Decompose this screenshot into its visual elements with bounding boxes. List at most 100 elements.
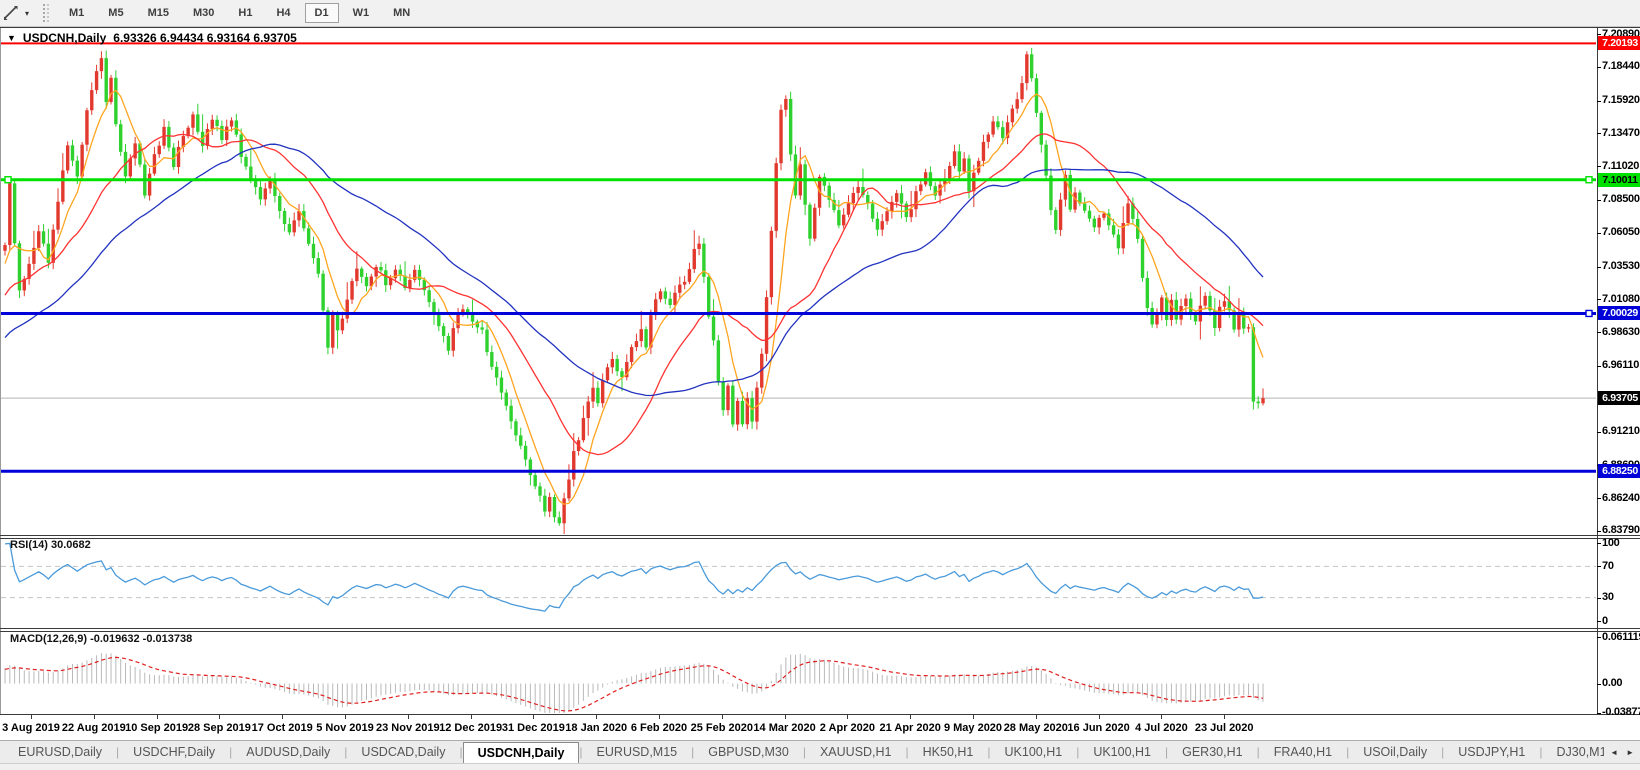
- tab-scroll-left-icon[interactable]: ◄: [1606, 745, 1622, 760]
- date-axis-tick: [282, 715, 283, 719]
- date-axis-tick: [596, 715, 597, 719]
- macd-tick-label: -0.038777: [1602, 706, 1640, 718]
- trading-platform-window: ▾ M1M5M15M30H1H4D1W1MN ▼ USDCNH,Daily 6.…: [0, 0, 1640, 770]
- level-lines-layer: [1, 43, 1596, 471]
- date-axis-label: 23 Jul 2020: [1195, 722, 1254, 734]
- macd-tick-mark: [1597, 684, 1601, 685]
- date-axis-tick: [1099, 715, 1100, 719]
- pane-separator[interactable]: [0, 538, 1640, 539]
- price-tick-label: 7.15920: [1602, 94, 1640, 106]
- moving-average-fast: [5, 91, 1263, 505]
- price-tick-mark: [1597, 166, 1601, 167]
- date-axis-label: 28 May 2020: [1004, 722, 1068, 734]
- chart-tab-usdcad-daily[interactable]: USDCAD,Daily: [347, 741, 459, 763]
- price-tick-mark: [1597, 133, 1601, 134]
- chart-canvas[interactable]: [0, 0, 1640, 770]
- price-tick-mark: [1597, 101, 1601, 102]
- chart-tab-usoil-daily[interactable]: USOil,Daily: [1349, 741, 1441, 763]
- price-tick-label: 7.06050: [1602, 226, 1640, 238]
- date-axis-tick: [219, 715, 220, 719]
- date-axis-tick: [973, 715, 974, 719]
- chart-menu-icon[interactable]: ▼: [7, 33, 16, 43]
- tab-scroll-right-icon[interactable]: ►: [1622, 745, 1638, 760]
- date-axis-tick: [157, 715, 158, 719]
- date-axis-tick: [1224, 715, 1225, 719]
- macd-tick-mark: [1597, 713, 1601, 714]
- moving-average-slow: [5, 144, 1263, 395]
- price-tick-label: 6.98630: [1602, 326, 1640, 338]
- date-axis-tick: [847, 715, 848, 719]
- chart-window-bottom-border: [0, 714, 1640, 715]
- price-tick-mark: [1597, 299, 1601, 300]
- date-axis-tick: [1036, 715, 1037, 719]
- date-axis-tick: [345, 715, 346, 719]
- price-tick-mark: [1597, 233, 1601, 234]
- date-axis-label: 23 Nov 2019: [376, 722, 440, 734]
- date-axis-label: 10 Sep 2019: [125, 722, 188, 734]
- chart-tab-gbpusd-m30[interactable]: GBPUSD,M30: [694, 741, 803, 763]
- price-level-badge: 7.10011: [1598, 173, 1640, 187]
- date-axis-label: 22 Aug 2019: [62, 722, 126, 734]
- date-axis-label: 14 Mar 2020: [753, 722, 815, 734]
- price-level-badge: 6.88250: [1598, 464, 1640, 478]
- date-axis-label: 4 Jul 2020: [1135, 722, 1188, 734]
- date-axis-tick: [94, 715, 95, 719]
- date-axis-tick: [533, 715, 534, 719]
- date-axis-label: 28 Sep 2019: [188, 722, 251, 734]
- rsi-pane: [1, 544, 1596, 612]
- date-axis-label: 5 Nov 2019: [316, 722, 373, 734]
- date-axis-label: 21 Apr 2020: [880, 722, 941, 734]
- rsi-tick-label: 0: [1602, 615, 1608, 627]
- price-level-badge: 7.20193: [1598, 36, 1640, 50]
- chart-tab-audusd-daily[interactable]: AUDUSD,Daily: [232, 741, 344, 763]
- status-bar: [0, 763, 1640, 770]
- price-tick-label: 7.03530: [1602, 260, 1640, 272]
- chart-tab-hk50-h1[interactable]: HK50,H1: [909, 741, 988, 763]
- chart-title-ohlc: 6.93326 6.94434 6.93164 6.93705: [113, 31, 297, 45]
- price-tick-mark: [1597, 332, 1601, 333]
- date-axis-tick: [1161, 715, 1162, 719]
- date-axis-tick: [722, 715, 723, 719]
- chart-tab-usdjpy-h1[interactable]: USDJPY,H1: [1444, 741, 1539, 763]
- price-tick-mark: [1597, 267, 1601, 268]
- tab-scroll-buttons: ◄ ►: [1604, 741, 1640, 763]
- macd-tick-mark: [1597, 637, 1601, 638]
- rsi-tick-label: 30: [1602, 591, 1614, 603]
- chart-tab-ger30-h1[interactable]: GER30,H1: [1168, 741, 1256, 763]
- macd-tick-label: 0.061119: [1602, 631, 1640, 643]
- chart-tab-usdcnh-daily[interactable]: USDCNH,Daily: [463, 742, 580, 763]
- chart-tab-xauusd-h1[interactable]: XAUUSD,H1: [806, 741, 906, 763]
- chart-tab-uk100-h1[interactable]: UK100,H1: [1079, 741, 1165, 763]
- chart-title: ▼ USDCNH,Daily 6.93326 6.94434 6.93164 6…: [7, 31, 297, 45]
- macd-pane: [5, 653, 1263, 714]
- price-tick-label: 6.91210: [1602, 425, 1640, 437]
- date-axis-tick: [471, 715, 472, 719]
- pane-separator[interactable]: [0, 535, 1640, 536]
- pane-separator[interactable]: [0, 631, 1640, 632]
- rsi-tick-mark: [1597, 566, 1601, 567]
- rsi-tick-mark: [1597, 621, 1601, 622]
- chart-tab-usdchf-daily[interactable]: USDCHF,Daily: [119, 741, 229, 763]
- date-axis-label: 6 Feb 2020: [631, 722, 687, 734]
- pane-separator[interactable]: [0, 628, 1640, 629]
- date-axis-label: 2 Apr 2020: [820, 722, 875, 734]
- price-tick-mark: [1597, 531, 1601, 532]
- price-axis-line: [1597, 28, 1598, 715]
- date-axis-tick: [408, 715, 409, 719]
- price-tick-label: 6.83790: [1602, 524, 1640, 536]
- chart-tab-uk100-h1[interactable]: UK100,H1: [991, 741, 1077, 763]
- price-tick-label: 7.08500: [1602, 193, 1640, 205]
- chart-title-symbol: USDCNH,Daily: [23, 31, 106, 45]
- price-tick-mark: [1597, 498, 1601, 499]
- date-axis-label: 3 Aug 2019: [2, 722, 60, 734]
- chart-tab-eurusd-daily[interactable]: EURUSD,Daily: [4, 741, 116, 763]
- date-axis-tick: [31, 715, 32, 719]
- chart-tab-fra40-h1[interactable]: FRA40,H1: [1260, 741, 1346, 763]
- price-tick-label: 7.13470: [1602, 127, 1640, 139]
- rsi-indicator-label: RSI(14) 30.0682: [10, 539, 91, 551]
- date-axis-label: 18 Jan 2020: [565, 722, 627, 734]
- price-level-badge: 7.00029: [1598, 306, 1640, 320]
- date-axis-label: 31 Dec 2019: [502, 722, 565, 734]
- date-axis-tick: [785, 715, 786, 719]
- chart-tab-eurusd-m15[interactable]: EURUSD,M15: [583, 741, 692, 763]
